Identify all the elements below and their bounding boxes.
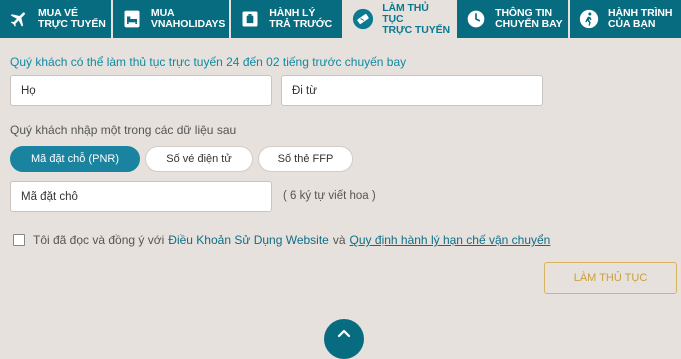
tab-online-checkin-label-2: TRỰC TUYẾN <box>382 23 450 36</box>
departure-field[interactable] <box>281 75 543 106</box>
checkin-submit-button[interactable]: LÀM THỦ TỤC <box>544 262 677 294</box>
option-pnr[interactable]: Mã đặt chỗ (PNR) <box>10 146 140 172</box>
tab-prepaid-baggage[interactable]: HÀNH LÝ TRẢ TRƯỚC <box>231 0 345 38</box>
luggage-icon <box>239 8 261 30</box>
last-name-input[interactable] <box>19 83 263 98</box>
terms-checkbox[interactable] <box>13 234 25 246</box>
tab-buy-ticket-label-2: TRỰC TUYẾN <box>38 18 106 30</box>
booking-code-hint: ( 6 ký tự viết hoa ) <box>283 190 376 202</box>
departure-input[interactable] <box>290 83 534 98</box>
tab-flight-info[interactable]: THÔNG TIN CHUYẾN BAY <box>457 0 571 38</box>
baggage-restriction-link[interactable]: Quy định hành lý hạn chế vận chuyển <box>350 233 551 247</box>
terms-row: Tôi đã đọc và đồng ý với Điều Khoản Sử D… <box>13 233 550 247</box>
tab-vnaholidays-label-2: VNAHOLIDAYS <box>150 18 226 30</box>
last-name-field[interactable] <box>10 75 272 106</box>
tab-online-checkin-label-1: LÀM THỦ TỤC <box>382 1 429 25</box>
tab-your-trip-label-2: CỦA BẠN <box>608 18 656 30</box>
tab-vnaholidays[interactable]: MUA VNAHOLIDAYS <box>113 0 232 38</box>
tab-prepaid-baggage-label-2: TRẢ TRƯỚC <box>269 18 333 30</box>
option-eticket-number[interactable]: Số vé điện tử <box>145 146 253 172</box>
scroll-up-button[interactable] <box>324 319 364 359</box>
booking-code-input[interactable] <box>19 189 263 204</box>
tab-online-checkin[interactable]: LÀM THỦ TỤC TRỰC TUYẾN <box>344 0 458 38</box>
chevron-up-icon <box>337 325 351 359</box>
lookup-options-label: Quý khách nhập một trong các dữ liệu sau <box>10 123 237 137</box>
terms-prefix: Tôi đã đọc và đồng ý với <box>33 233 165 247</box>
service-tabs: MUA VÉ TRỰC TUYẾN MUA VNAHOLIDAYS HÀNH LÝ T… <box>0 0 681 38</box>
tab-flight-info-label-2: CHUYẾN BAY <box>495 18 563 30</box>
terms-of-use-link[interactable]: Điều Khoản Sử Dụng Website <box>168 233 329 247</box>
clock-icon <box>465 8 487 30</box>
ticket-icon <box>352 8 374 30</box>
terms-and: và <box>332 233 346 247</box>
plane-icon <box>8 8 30 30</box>
booking-code-field[interactable] <box>10 181 272 212</box>
checkin-intro-text: Quý khách có thể làm thủ tục trực tuyến … <box>10 55 407 69</box>
traveler-icon <box>578 8 600 30</box>
tab-buy-ticket[interactable]: MUA VÉ TRỰC TUYẾN <box>0 0 113 38</box>
hotel-bed-icon <box>121 8 143 30</box>
tab-your-trip[interactable]: HÀNH TRÌNH CỦA BẠN <box>570 0 681 38</box>
option-ffp-card[interactable]: Số thẻ FFP <box>258 146 353 172</box>
